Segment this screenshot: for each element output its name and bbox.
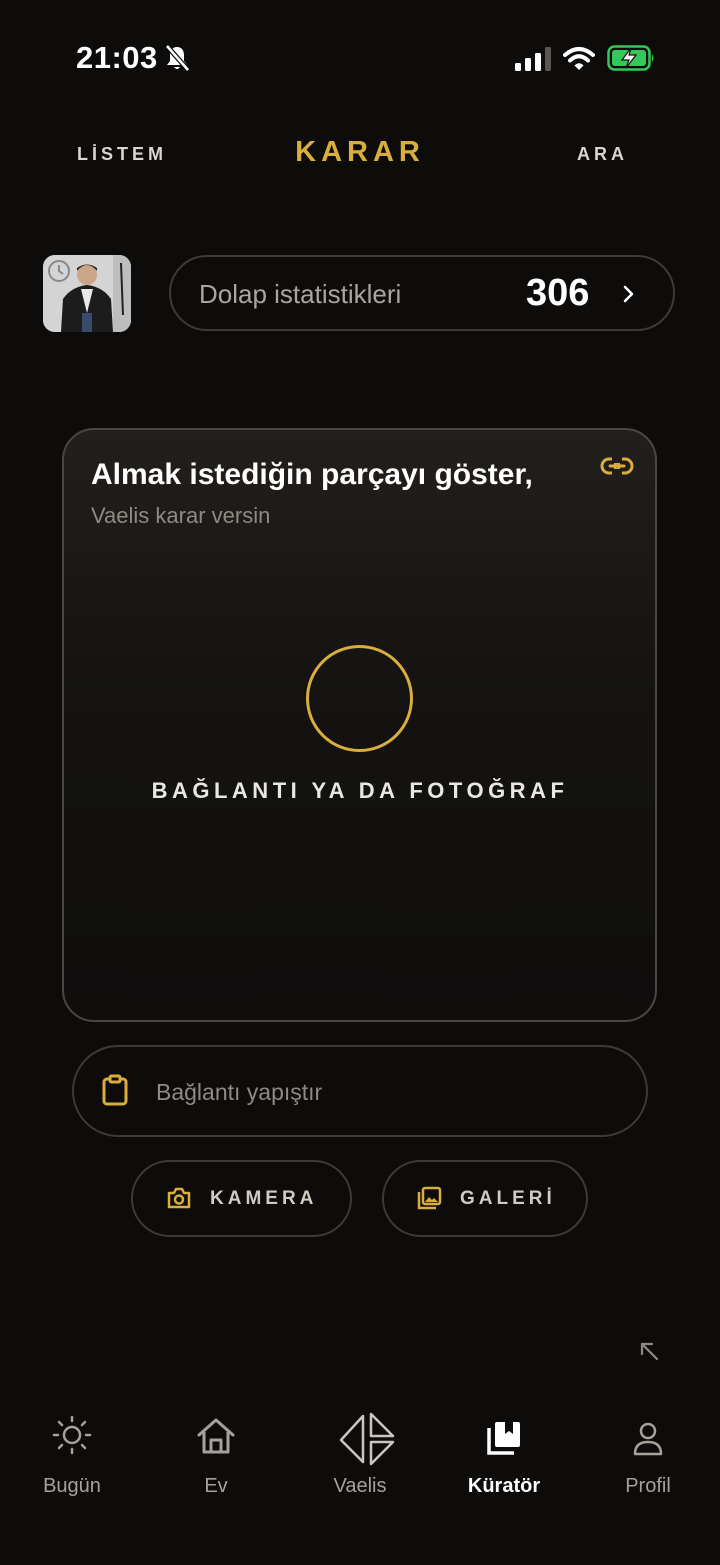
camera-icon	[167, 1187, 191, 1209]
tab-kurator[interactable]: Küratör	[432, 1475, 576, 1498]
battery-charging-icon	[607, 45, 654, 71]
upload-card-subtitle: Vaelis karar versin	[91, 503, 271, 528]
paste-link-input[interactable]	[156, 1072, 616, 1112]
nav-ara[interactable]: ARA	[577, 144, 628, 165]
tab-vaelis[interactable]: Vaelis	[288, 1475, 432, 1498]
link-icon[interactable]	[600, 456, 634, 478]
stats-label: Dolap istatistikleri	[199, 279, 402, 309]
upload-ring-button[interactable]	[306, 645, 413, 752]
clipboard-icon	[102, 1074, 128, 1106]
upload-cta-label: BAĞLANTI YA DA FOTOĞRAF	[151, 778, 569, 803]
person-icon[interactable]	[632, 1421, 664, 1457]
stats-count: 306	[526, 272, 590, 314]
tab-bugun[interactable]: Bugün	[0, 1475, 144, 1498]
tab-ev[interactable]: Ev	[144, 1475, 288, 1498]
avatar[interactable]	[43, 255, 131, 332]
tab-profil[interactable]: Profil	[576, 1475, 720, 1498]
sun-icon[interactable]	[52, 1415, 92, 1455]
gallery-button-label: GALERİ	[460, 1188, 556, 1209]
arrow-up-left-icon[interactable]	[638, 1340, 660, 1362]
home-icon[interactable]	[195, 1415, 237, 1457]
curator-cards-icon[interactable]	[486, 1420, 522, 1456]
chevron-right-icon	[623, 285, 634, 303]
upload-card-title: Almak istediğin parçayı göster,	[91, 458, 533, 491]
wifi-icon	[563, 47, 595, 70]
status-time: 21:03	[76, 40, 158, 75]
camera-button-label: KAMERA	[210, 1188, 318, 1209]
gallery-icon	[417, 1186, 442, 1210]
cellular-signal-icon	[515, 47, 551, 71]
bell-muted-icon	[165, 44, 190, 72]
vaelis-logo-icon[interactable]	[337, 1410, 397, 1466]
avatar-photo	[43, 255, 131, 332]
